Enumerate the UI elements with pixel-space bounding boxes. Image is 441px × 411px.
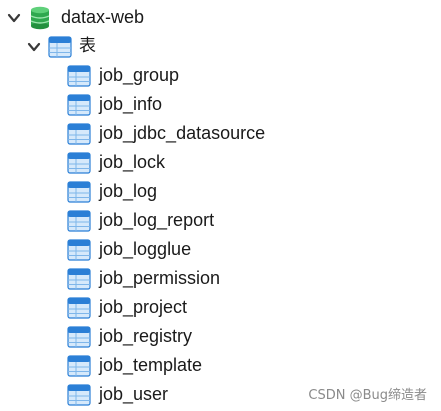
table-label: job_registry xyxy=(99,326,193,346)
table-icon xyxy=(67,180,91,203)
table-icon xyxy=(67,238,91,261)
chevron-down-icon[interactable] xyxy=(6,10,22,26)
tree-node-tables-group[interactable]: 表 xyxy=(26,32,96,61)
table-label: job_jdbc_datasource xyxy=(99,123,266,143)
connection-label: datax-web xyxy=(61,7,145,27)
table-list-item[interactable]: job_group xyxy=(67,61,179,90)
table-label: job_permission xyxy=(99,268,221,288)
table-icon xyxy=(67,267,91,290)
table-list-item[interactable]: job_info xyxy=(67,90,162,119)
watermark: CSDN @Bug缔造者 xyxy=(308,388,427,403)
table-group-icon xyxy=(48,35,72,58)
table-label: job_log_report xyxy=(99,210,215,230)
table-label: job_project xyxy=(99,297,188,317)
table-label: job_log xyxy=(99,181,158,201)
table-icon xyxy=(67,93,91,116)
table-list-item[interactable]: job_template xyxy=(67,351,202,380)
table-list-item[interactable]: job_jdbc_datasource xyxy=(67,119,265,148)
chevron-down-icon[interactable] xyxy=(26,39,42,55)
table-icon xyxy=(67,122,91,145)
table-label: job_group xyxy=(99,65,180,85)
table-list-item[interactable]: job_lock xyxy=(67,148,165,177)
table-icon xyxy=(67,354,91,377)
table-list-item[interactable]: job_logglue xyxy=(67,235,191,264)
table-icon xyxy=(67,151,91,174)
table-icon xyxy=(67,209,91,232)
table-label: job_lock xyxy=(99,152,166,172)
table-list-item[interactable]: job_permission xyxy=(67,264,220,293)
table-list-item[interactable]: job_log xyxy=(67,177,157,206)
table-label: job_info xyxy=(99,94,163,114)
table-list-item[interactable]: job_registry xyxy=(67,322,192,351)
table-icon xyxy=(67,64,91,87)
table-label: job_user xyxy=(99,384,169,404)
table-list-item[interactable]: job_project xyxy=(67,293,187,322)
table-icon xyxy=(67,296,91,319)
table-list-item[interactable]: job_log_report xyxy=(67,206,214,235)
table-list-item[interactable]: job_user xyxy=(67,380,168,409)
navigator-tree: datax-web 表 job_group job_info job_jdbc_da… xyxy=(0,0,441,411)
group-label: 表 xyxy=(79,36,96,56)
database-icon xyxy=(30,6,50,29)
table-icon xyxy=(67,383,91,406)
table-label: job_template xyxy=(99,355,203,375)
table-label: job_logglue xyxy=(99,239,192,259)
table-icon xyxy=(67,325,91,348)
tree-node-connection[interactable]: datax-web xyxy=(6,3,144,32)
